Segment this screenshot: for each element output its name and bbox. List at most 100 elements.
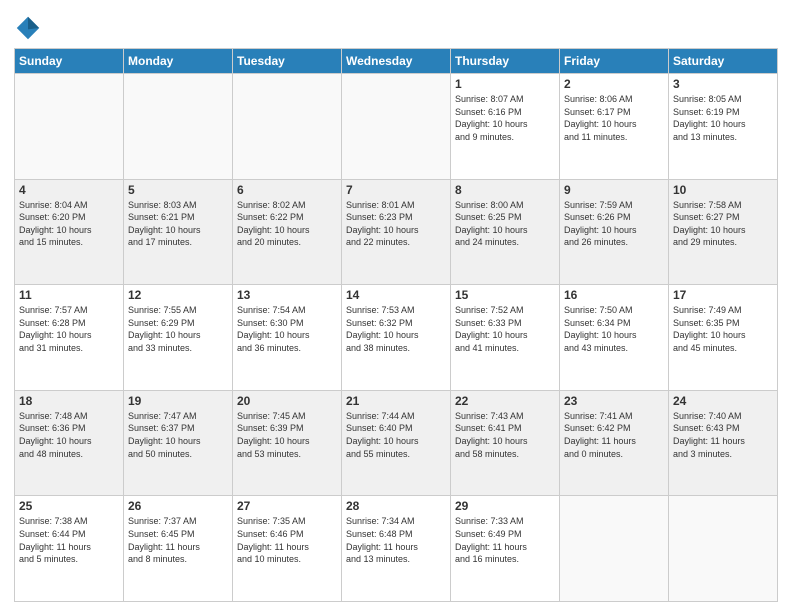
day-info: Sunrise: 8:01 AM Sunset: 6:23 PM Dayligh… (346, 199, 446, 249)
day-info: Sunrise: 7:57 AM Sunset: 6:28 PM Dayligh… (19, 304, 119, 354)
day-number: 25 (19, 499, 119, 513)
weekday-header: Monday (124, 49, 233, 74)
day-info: Sunrise: 7:35 AM Sunset: 6:46 PM Dayligh… (237, 515, 337, 565)
calendar-cell: 2 Sunrise: 8:06 AM Sunset: 6:17 PM Daylig… (560, 74, 669, 180)
calendar-cell: 11Sunrise: 7:57 AM Sunset: 6:28 PM Dayli… (15, 285, 124, 391)
calendar-cell: 8 Sunrise: 8:00 AM Sunset: 6:25 PM Daylig… (451, 179, 560, 285)
calendar-cell: 26 Sunrise: 7:37 AM Sunset: 6:45 PM Dayli… (124, 496, 233, 602)
day-info: Sunrise: 7:54 AM Sunset: 6:30 PM Dayligh… (237, 304, 337, 354)
day-info: Sunrise: 8:00 AM Sunset: 6:25 PM Dayligh… (455, 199, 555, 249)
calendar-cell: 21 Sunrise: 7:44 AM Sunset: 6:40 PM Dayli… (342, 390, 451, 496)
calendar-cell: 25Sunrise: 7:38 AM Sunset: 6:44 PM Dayli… (15, 496, 124, 602)
day-number: 16 (564, 288, 664, 302)
calendar-cell: 24 Sunrise: 7:40 AM Sunset: 6:43 PM Dayli… (669, 390, 778, 496)
day-info: Sunrise: 7:43 AM Sunset: 6:41 PM Dayligh… (455, 410, 555, 460)
weekday-header: Sunday (15, 49, 124, 74)
calendar-cell: 15 Sunrise: 7:52 AM Sunset: 6:33 PM Dayli… (451, 285, 560, 391)
day-number: 6 (237, 183, 337, 197)
page: SundayMondayTuesdayWednesdayThursdayFrid… (0, 0, 792, 612)
day-number: 7 (346, 183, 446, 197)
day-number: 5 (128, 183, 228, 197)
calendar-cell (233, 74, 342, 180)
day-number: 4 (19, 183, 119, 197)
calendar-cell: 4Sunrise: 8:04 AM Sunset: 6:20 PM Daylig… (15, 179, 124, 285)
day-info: Sunrise: 7:44 AM Sunset: 6:40 PM Dayligh… (346, 410, 446, 460)
day-number: 28 (346, 499, 446, 513)
day-number: 2 (564, 77, 664, 91)
day-number: 17 (673, 288, 773, 302)
day-info: Sunrise: 7:40 AM Sunset: 6:43 PM Dayligh… (673, 410, 773, 460)
day-info: Sunrise: 7:55 AM Sunset: 6:29 PM Dayligh… (128, 304, 228, 354)
calendar-cell: 29 Sunrise: 7:33 AM Sunset: 6:49 PM Dayli… (451, 496, 560, 602)
calendar-cell: 7 Sunrise: 8:01 AM Sunset: 6:23 PM Daylig… (342, 179, 451, 285)
day-number: 8 (455, 183, 555, 197)
day-info: Sunrise: 7:45 AM Sunset: 6:39 PM Dayligh… (237, 410, 337, 460)
calendar-cell: 16 Sunrise: 7:50 AM Sunset: 6:34 PM Dayli… (560, 285, 669, 391)
calendar-cell: 14 Sunrise: 7:53 AM Sunset: 6:32 PM Dayli… (342, 285, 451, 391)
calendar-week-row: 25Sunrise: 7:38 AM Sunset: 6:44 PM Dayli… (15, 496, 778, 602)
day-info: Sunrise: 8:03 AM Sunset: 6:21 PM Dayligh… (128, 199, 228, 249)
calendar-cell (560, 496, 669, 602)
calendar: SundayMondayTuesdayWednesdayThursdayFrid… (14, 48, 778, 602)
day-info: Sunrise: 7:52 AM Sunset: 6:33 PM Dayligh… (455, 304, 555, 354)
calendar-cell: 19 Sunrise: 7:47 AM Sunset: 6:37 PM Dayli… (124, 390, 233, 496)
calendar-cell (342, 74, 451, 180)
weekday-header: Saturday (669, 49, 778, 74)
day-number: 26 (128, 499, 228, 513)
day-info: Sunrise: 7:47 AM Sunset: 6:37 PM Dayligh… (128, 410, 228, 460)
calendar-cell: 10Sunrise: 7:58 AM Sunset: 6:27 PM Dayli… (669, 179, 778, 285)
day-info: Sunrise: 7:59 AM Sunset: 6:26 PM Dayligh… (564, 199, 664, 249)
calendar-cell: 28Sunrise: 7:34 AM Sunset: 6:48 PM Dayli… (342, 496, 451, 602)
day-info: Sunrise: 8:05 AM Sunset: 6:19 PM Dayligh… (673, 93, 773, 143)
calendar-cell (669, 496, 778, 602)
day-number: 14 (346, 288, 446, 302)
day-info: Sunrise: 7:41 AM Sunset: 6:42 PM Dayligh… (564, 410, 664, 460)
calendar-cell: 6 Sunrise: 8:02 AM Sunset: 6:22 PM Daylig… (233, 179, 342, 285)
day-info: Sunrise: 7:49 AM Sunset: 6:35 PM Dayligh… (673, 304, 773, 354)
day-info: Sunrise: 8:02 AM Sunset: 6:22 PM Dayligh… (237, 199, 337, 249)
logo-icon (14, 14, 42, 42)
day-number: 20 (237, 394, 337, 408)
calendar-cell: 9 Sunrise: 7:59 AM Sunset: 6:26 PM Daylig… (560, 179, 669, 285)
calendar-week-row: 18 Sunrise: 7:48 AM Sunset: 6:36 PM Dayli… (15, 390, 778, 496)
calendar-cell: 20 Sunrise: 7:45 AM Sunset: 6:39 PM Dayli… (233, 390, 342, 496)
calendar-cell: 1Sunrise: 8:07 AM Sunset: 6:16 PM Daylig… (451, 74, 560, 180)
calendar-cell: 5 Sunrise: 8:03 AM Sunset: 6:21 PM Daylig… (124, 179, 233, 285)
day-info: Sunrise: 7:53 AM Sunset: 6:32 PM Dayligh… (346, 304, 446, 354)
day-number: 27 (237, 499, 337, 513)
calendar-cell: 18 Sunrise: 7:48 AM Sunset: 6:36 PM Dayli… (15, 390, 124, 496)
day-info: Sunrise: 7:58 AM Sunset: 6:27 PM Dayligh… (673, 199, 773, 249)
calendar-week-row: 4Sunrise: 8:04 AM Sunset: 6:20 PM Daylig… (15, 179, 778, 285)
calendar-cell (15, 74, 124, 180)
day-info: Sunrise: 7:48 AM Sunset: 6:36 PM Dayligh… (19, 410, 119, 460)
day-number: 3 (673, 77, 773, 91)
weekday-header: Wednesday (342, 49, 451, 74)
calendar-week-row: 11Sunrise: 7:57 AM Sunset: 6:28 PM Dayli… (15, 285, 778, 391)
calendar-week-row: 1Sunrise: 8:07 AM Sunset: 6:16 PM Daylig… (15, 74, 778, 180)
day-number: 9 (564, 183, 664, 197)
day-number: 12 (128, 288, 228, 302)
calendar-cell: 17 Sunrise: 7:49 AM Sunset: 6:35 PM Dayli… (669, 285, 778, 391)
calendar-cell: 13 Sunrise: 7:54 AM Sunset: 6:30 PM Dayli… (233, 285, 342, 391)
calendar-cell: 12 Sunrise: 7:55 AM Sunset: 6:29 PM Dayli… (124, 285, 233, 391)
day-number: 29 (455, 499, 555, 513)
calendar-cell: 3 Sunrise: 8:05 AM Sunset: 6:19 PM Daylig… (669, 74, 778, 180)
day-info: Sunrise: 7:33 AM Sunset: 6:49 PM Dayligh… (455, 515, 555, 565)
weekday-header: Tuesday (233, 49, 342, 74)
calendar-cell: 27 Sunrise: 7:35 AM Sunset: 6:46 PM Dayli… (233, 496, 342, 602)
day-info: Sunrise: 8:06 AM Sunset: 6:17 PM Dayligh… (564, 93, 664, 143)
day-number: 22 (455, 394, 555, 408)
day-info: Sunrise: 7:37 AM Sunset: 6:45 PM Dayligh… (128, 515, 228, 565)
day-info: Sunrise: 7:50 AM Sunset: 6:34 PM Dayligh… (564, 304, 664, 354)
day-number: 15 (455, 288, 555, 302)
logo (14, 14, 44, 42)
weekday-header: Thursday (451, 49, 560, 74)
calendar-cell: 22 Sunrise: 7:43 AM Sunset: 6:41 PM Dayli… (451, 390, 560, 496)
day-number: 23 (564, 394, 664, 408)
calendar-cell (124, 74, 233, 180)
day-number: 24 (673, 394, 773, 408)
day-number: 21 (346, 394, 446, 408)
day-number: 13 (237, 288, 337, 302)
day-number: 18 (19, 394, 119, 408)
day-number: 19 (128, 394, 228, 408)
